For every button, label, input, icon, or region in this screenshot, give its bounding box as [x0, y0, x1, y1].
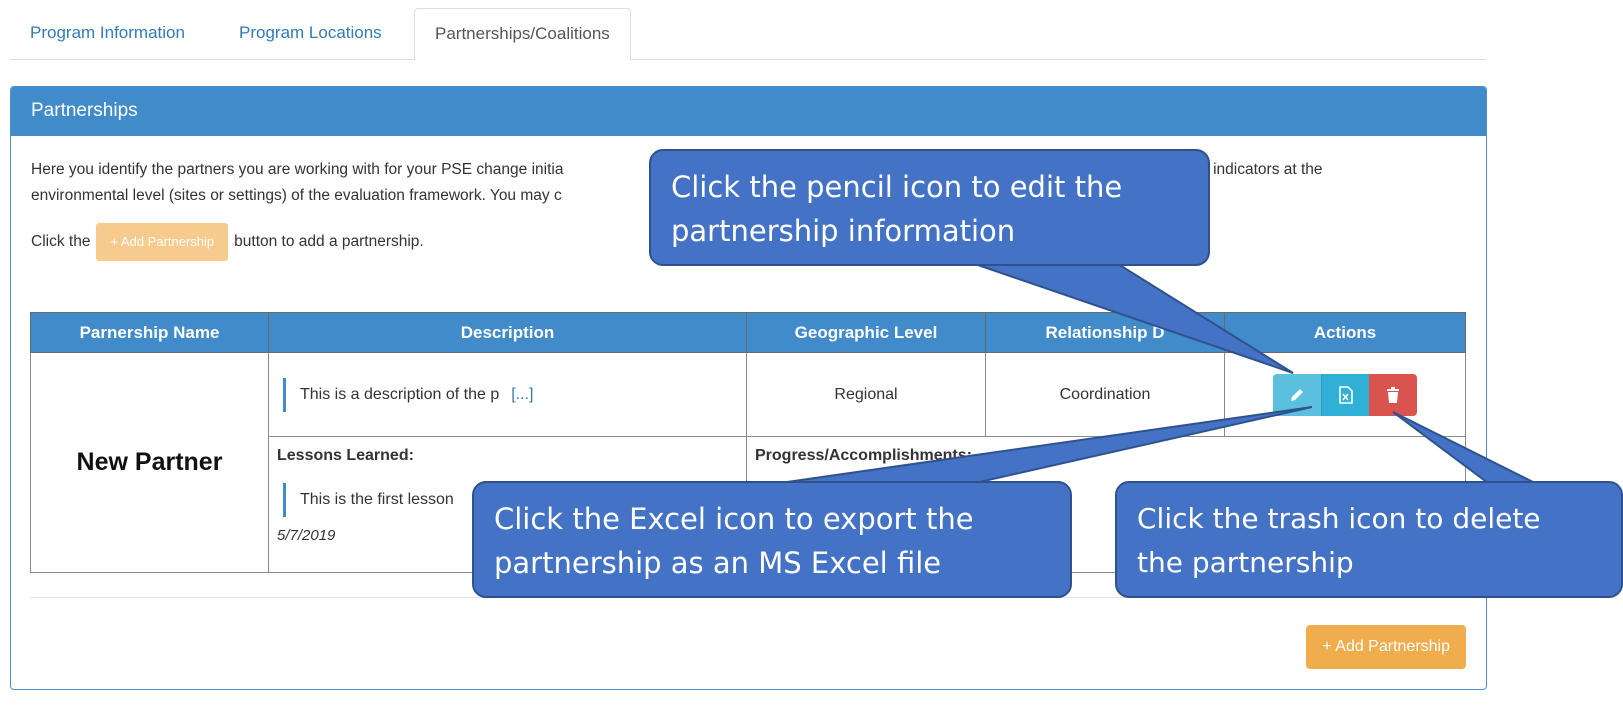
trash-callout-line2: the partnership	[1137, 546, 1354, 579]
pencil-callout-line2: partnership information	[671, 214, 1016, 248]
excel-callout: Click the Excel icon to export the partn…	[472, 481, 1072, 598]
pencil-callout-line1: Click the pencil icon to edit the	[671, 170, 1123, 204]
trash-callout-tail	[1392, 411, 1536, 484]
excel-callout-tail	[779, 406, 1313, 484]
pencil-callout-tail	[974, 263, 1294, 374]
excel-callout-line2: partnership as an MS Excel file	[494, 546, 942, 580]
callout-tails	[779, 263, 1536, 484]
trash-callout-line1: Click the trash icon to delete	[1137, 502, 1541, 535]
excel-callout-line1: Click the Excel icon to export the	[494, 502, 974, 536]
trash-callout: Click the trash icon to delete the partn…	[1115, 481, 1623, 598]
pencil-callout: Click the pencil icon to edit the partne…	[649, 149, 1210, 266]
